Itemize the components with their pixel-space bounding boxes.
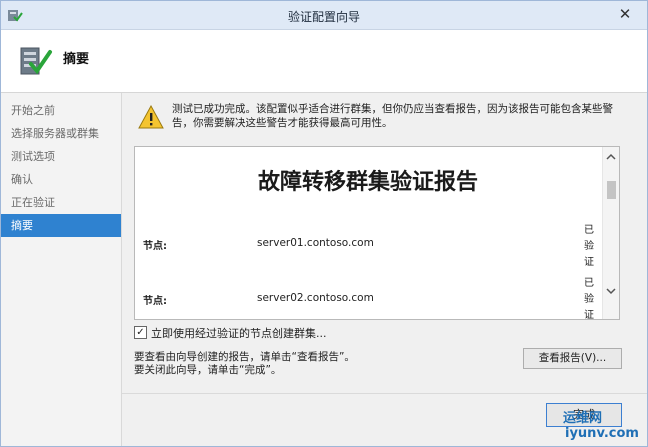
title-bar: 验证配置向导 ✕ (1, 1, 647, 30)
nav-item-before-you-begin[interactable]: 开始之前 (1, 99, 121, 122)
node-value: server02.contoso.com (257, 292, 374, 304)
wizard-steps-nav: 开始之前 选择服务器或群集 测试选项 确认 正在验证 摘要 (1, 93, 122, 446)
nav-item-confirmation[interactable]: 确认 (1, 168, 121, 191)
scrollbar-thumb[interactable] (607, 181, 616, 199)
warning-message: 测试已成功完成。该配置似乎适合进行群集，但你仍应当查看报告，因为该报告可能包含某… (172, 103, 613, 129)
chevron-up-icon[interactable] (603, 149, 619, 165)
main-content: 测试已成功完成。该配置似乎适合进行群集，但你仍应当查看报告，因为该报告可能包含某… (122, 93, 647, 446)
wizard-icon (20, 47, 52, 75)
view-report-button[interactable]: 查看报告(V)... (523, 348, 622, 369)
watermark: 运维网 iyunv.com (557, 403, 647, 445)
nav-item-validating[interactable]: 正在验证 (1, 191, 121, 214)
create-cluster-checkbox[interactable]: ✓ (134, 326, 147, 339)
report-pane[interactable]: 故障转移群集验证报告 节点: server01.contoso.com 已验证 … (134, 146, 620, 320)
watermark-line2: iyunv.com (565, 426, 639, 441)
page-title: 摘要 (63, 52, 90, 67)
nav-item-summary[interactable]: 摘要 (1, 214, 121, 237)
close-wizard-hint: 要关闭此向导，请单击“完成”。 (134, 364, 282, 376)
close-button[interactable]: ✕ (611, 3, 639, 25)
watermark-line1: 运维网 (563, 411, 603, 426)
nav-item-select-servers[interactable]: 选择服务器或群集 (1, 122, 121, 145)
node-status: 已验证 (584, 225, 594, 268)
report-scrollbar[interactable] (602, 147, 619, 319)
footer-divider (122, 393, 647, 394)
node-status: 已验证 (584, 278, 594, 320)
page-header: 摘要 (1, 30, 647, 93)
node-label: 节点: (143, 296, 167, 307)
nav-item-testing-options[interactable]: 测试选项 (1, 145, 121, 168)
node-value: server01.contoso.com (257, 237, 374, 249)
window-title: 验证配置向导 (287, 10, 360, 24)
wizard-window: 验证配置向导 ✕ 摘要 开始之前 选择服务器或群集 测试选项 确认 正在验证 摘… (0, 0, 648, 447)
create-cluster-label[interactable]: 立即使用经过验证的节点创建群集... (151, 325, 327, 341)
report-title: 故障转移群集验证报告 (257, 170, 478, 195)
warning-icon (138, 105, 164, 129)
chevron-down-icon[interactable] (603, 283, 619, 299)
node-label: 节点: (143, 241, 167, 252)
